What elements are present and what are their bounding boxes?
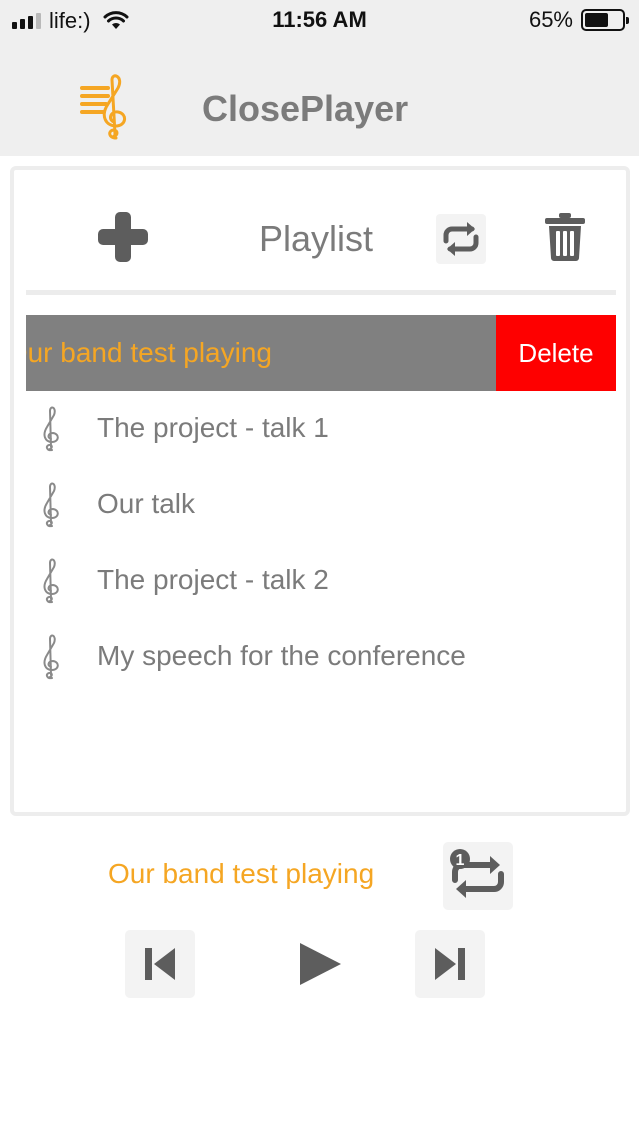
repeat-button[interactable] (436, 214, 486, 264)
battery-cap (626, 17, 629, 24)
track-row[interactable]: The project - talk 1 (26, 391, 616, 467)
now-playing-title: Our band test playing (108, 858, 375, 889)
skip-previous-icon (145, 948, 175, 980)
divider (26, 290, 616, 295)
nav-bar: ClosePlayer (0, 40, 639, 156)
track-row[interactable]: My speech for the conference (26, 619, 616, 695)
svg-text:1: 1 (456, 852, 465, 869)
music-clef-logo-icon (80, 74, 126, 140)
track-row[interactable]: Our talk (26, 467, 616, 543)
track-title: My speech for the conference (97, 640, 466, 671)
delete-track-button[interactable]: Delete (496, 315, 616, 391)
status-right: 65% (528, 7, 629, 33)
track-title: The project - talk 2 (97, 564, 329, 595)
treble-clef-icon (43, 406, 59, 452)
treble-clef-icon (43, 634, 59, 680)
battery-percent: 65% (528, 7, 573, 32)
status-bar: life:) 11:56 AM 65% (0, 0, 639, 40)
app-title: ClosePlayer (202, 88, 409, 129)
skip-next-icon (435, 948, 465, 980)
battery-icon (581, 9, 629, 31)
swiped-track-title: Our band test playing (26, 337, 272, 368)
track-row[interactable]: The project - talk 2 (26, 543, 616, 619)
playlist-title: Playlist (258, 218, 374, 259)
treble-clef-icon (43, 482, 59, 528)
battery-level (585, 13, 608, 27)
track-title: Our talk (97, 488, 196, 519)
track-title: The project - talk 1 (97, 412, 329, 443)
play-icon (300, 943, 341, 985)
swiped-track-content[interactable]: Our band test playing (26, 315, 496, 391)
repeat-one-button[interactable]: 1 (443, 842, 513, 910)
playlist-card: Playlist Our band test playing Delete Th… (10, 166, 630, 816)
previous-track-button[interactable] (125, 930, 195, 998)
delete-all-button[interactable] (544, 212, 586, 262)
track-list: The project - talk 1 Our talk The projec… (26, 391, 616, 695)
repeat-one-icon: 1 (450, 849, 504, 898)
play-button[interactable] (285, 930, 355, 998)
treble-clef-icon (43, 558, 59, 604)
next-track-button[interactable] (415, 930, 485, 998)
repeat-icon (443, 222, 479, 256)
swiped-track-row[interactable]: Our band test playing Delete (26, 315, 616, 391)
